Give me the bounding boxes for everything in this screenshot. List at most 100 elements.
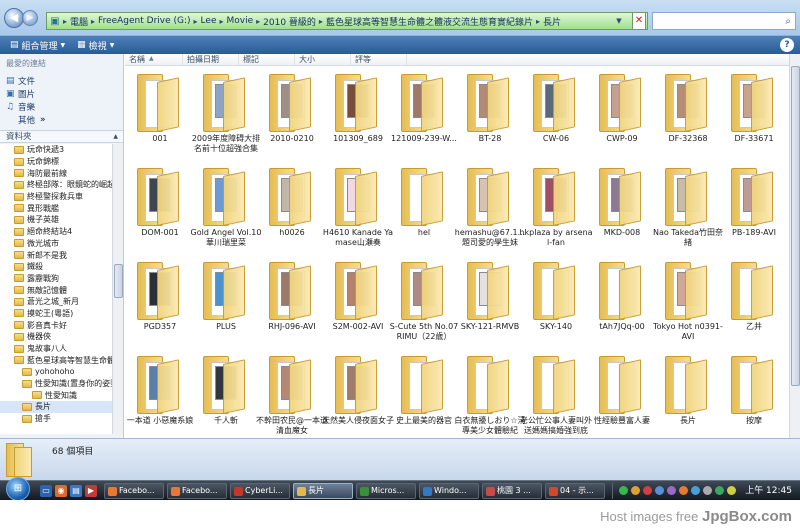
favorite-pictures[interactable]: ▣ 圖片	[6, 87, 46, 100]
column-size[interactable]: 大小	[295, 54, 351, 65]
folder-item[interactable]: BT-28	[457, 68, 523, 160]
favorite-documents[interactable]: ▤ 文件	[6, 74, 46, 87]
folder-item[interactable]: Gold Angel Vol.10華川瑞里菜	[191, 162, 261, 254]
tray-battery-icon[interactable]	[703, 486, 712, 495]
organize-button[interactable]: ▤ 組合管理 ▼	[4, 39, 71, 52]
breadcrumb-computer[interactable]: 電腦	[67, 15, 91, 28]
folder-item[interactable]: 千人斬	[193, 350, 259, 438]
tree-item[interactable]: yohohoho	[0, 366, 112, 378]
folder-item[interactable]: h0026	[259, 162, 325, 254]
views-button[interactable]: ▦ 檢視 ▼	[71, 39, 120, 52]
folder-item[interactable]: 天然美人侵夜面女子	[322, 350, 394, 438]
column-name[interactable]: 名稱 ▲	[125, 54, 183, 65]
tray-network-icon[interactable]	[619, 486, 628, 495]
folder-item[interactable]: RHJ-096-AVI	[259, 256, 325, 348]
tree-item[interactable]: 長片	[0, 401, 112, 413]
folder-item[interactable]: PB-189-AVI	[721, 162, 787, 254]
tree-item[interactable]: 絕命終結站4	[0, 226, 112, 238]
breadcrumb-drive[interactable]: FreeAgent Drive (G:)	[95, 16, 193, 26]
tree-item[interactable]: 機器俠	[0, 331, 112, 343]
taskbar-button[interactable]: Micros...	[356, 483, 416, 499]
folder-item[interactable]: hel	[391, 162, 457, 254]
breadcrumb-movie[interactable]: Movie	[224, 16, 257, 26]
file-scrollbar-thumb[interactable]	[791, 66, 800, 386]
tree-item[interactable]: 機子英雄	[0, 214, 112, 226]
folder-item[interactable]: 2010-0210	[259, 68, 325, 160]
media-player-icon[interactable]: ▶	[85, 485, 97, 497]
folder-item[interactable]: PLUS	[193, 256, 259, 348]
tray-firefox-icon[interactable]	[679, 486, 688, 495]
column-rating[interactable]: 評等	[351, 54, 407, 65]
tree-item[interactable]: 玩命快遞3	[0, 144, 112, 156]
breadcrumb-lee[interactable]: Lee	[198, 16, 220, 26]
firefox-icon[interactable]: ◉	[55, 485, 67, 497]
folder-item[interactable]: 乙井	[721, 256, 787, 348]
folder-item[interactable]: S-Cute 5th No.07 RIMU（22歳）	[390, 256, 458, 348]
search-box[interactable]: ⌕	[652, 12, 796, 30]
folder-item[interactable]: 性經驗豐富人妻	[589, 350, 655, 438]
folder-item[interactable]: 老公忙公事人妻叫外送媽媽搞婚強到底	[520, 350, 592, 438]
taskbar-button[interactable]: Facebo...	[167, 483, 227, 499]
tree-item[interactable]: 新郎不是我	[0, 249, 112, 261]
tray-update-icon[interactable]	[655, 486, 664, 495]
forward-button[interactable]: ▶	[22, 10, 38, 26]
folder-item[interactable]: tAh7JQq-00	[589, 256, 655, 348]
tree-item[interactable]: 摸蛇王(粵語)	[0, 308, 112, 320]
tree-item[interactable]: 海防最前線	[0, 167, 112, 179]
taskbar-button[interactable]: 桃園 3 ...	[482, 483, 542, 499]
switch-windows-icon[interactable]: ▤	[70, 485, 82, 497]
tray-antivirus-icon[interactable]	[643, 486, 652, 495]
folder-item[interactable]: PGD357	[127, 256, 193, 348]
folder-item[interactable]: DOM-001	[127, 162, 193, 254]
taskbar-button[interactable]: CyberLi...	[230, 483, 290, 499]
folder-item[interactable]: Tokyo Hot n0391-AVI	[653, 256, 723, 348]
taskbar-button[interactable]: 長片	[293, 483, 353, 499]
show-desktop-icon[interactable]: ▭	[40, 485, 52, 497]
tree-item[interactable]: 鬼故事八人	[0, 343, 112, 355]
folder-item[interactable]: DF-33671	[721, 68, 787, 160]
tray-volume-icon[interactable]	[691, 486, 700, 495]
folder-item[interactable]: 按摩	[721, 350, 787, 438]
address-bar[interactable]: ▣ ▸ 電腦 ▸ FreeAgent Drive (G:) ▸ Lee ▸ Mo…	[46, 12, 648, 30]
folder-item[interactable]: 白衣無擾しおり☆淸專美少女體驗紀	[454, 350, 526, 438]
stop-button[interactable]: ✕	[632, 12, 646, 30]
favorites-more[interactable]: 其他 »	[6, 113, 46, 126]
tray-security-icon[interactable]	[727, 486, 736, 495]
column-tags[interactable]: 標記	[239, 54, 295, 65]
folder-item[interactable]: 史上最美的器官	[391, 350, 457, 438]
clock[interactable]: 上午 12:45	[745, 484, 792, 498]
tree-scrollbar-thumb[interactable]	[114, 264, 123, 298]
search-input[interactable]	[653, 14, 786, 28]
folder-item[interactable]: S2M-002-AVI	[325, 256, 391, 348]
folder-item[interactable]: 001	[127, 68, 193, 160]
taskbar-button[interactable]: 04 - 示...	[545, 483, 605, 499]
favorite-music[interactable]: ♫ 音樂	[6, 100, 46, 113]
tree-item[interactable]: 異形戰艦	[0, 202, 112, 214]
tree-item[interactable]: 性愛知識(置身你的姿勢)	[0, 378, 112, 390]
folder-item[interactable]: CW-06	[523, 68, 589, 160]
folder-item[interactable]: DF-32368	[655, 68, 721, 160]
start-button[interactable]: ⊞	[6, 477, 30, 501]
help-icon[interactable]: ?	[780, 38, 794, 52]
tree-item[interactable]: 藍色星球高等智慧生命體之	[0, 354, 112, 366]
column-date-taken[interactable]: 拍攝日期	[183, 54, 239, 65]
folder-item[interactable]: Nao Takeda竹田奈緒	[653, 162, 723, 254]
folder-item[interactable]: hkplaza by arsenal-fan	[519, 162, 593, 254]
tray-app-icon[interactable]	[631, 486, 640, 495]
back-button[interactable]: ◀	[4, 8, 24, 28]
taskbar-button[interactable]: Facebo...	[104, 483, 164, 499]
breadcrumb-series-folder[interactable]: 藍色星球高等智慧生命體之體液交流生態育實紀錄片	[323, 15, 536, 28]
tree-item[interactable]: 玩命錦標	[0, 156, 112, 168]
folder-item[interactable]: MKD-008	[589, 162, 655, 254]
folder-item[interactable]: CWP-09	[589, 68, 655, 160]
breadcrumb-current[interactable]: 長片	[540, 15, 564, 28]
folders-header[interactable]: 資料夾 ▲	[0, 130, 123, 143]
folder-item[interactable]: SKY-140	[523, 256, 589, 348]
tree-item[interactable]: 鐵殺	[0, 261, 112, 273]
tray-power-icon[interactable]	[715, 486, 724, 495]
tray-messenger-icon[interactable]	[667, 486, 676, 495]
tree-item[interactable]: 無敵記憶體	[0, 284, 112, 296]
search-icon[interactable]: ⌕	[785, 16, 791, 27]
breadcrumb-2010[interactable]: 2010 晉級的	[260, 15, 319, 28]
folder-item[interactable]: 一本道 小惡魔系娘	[127, 350, 193, 438]
